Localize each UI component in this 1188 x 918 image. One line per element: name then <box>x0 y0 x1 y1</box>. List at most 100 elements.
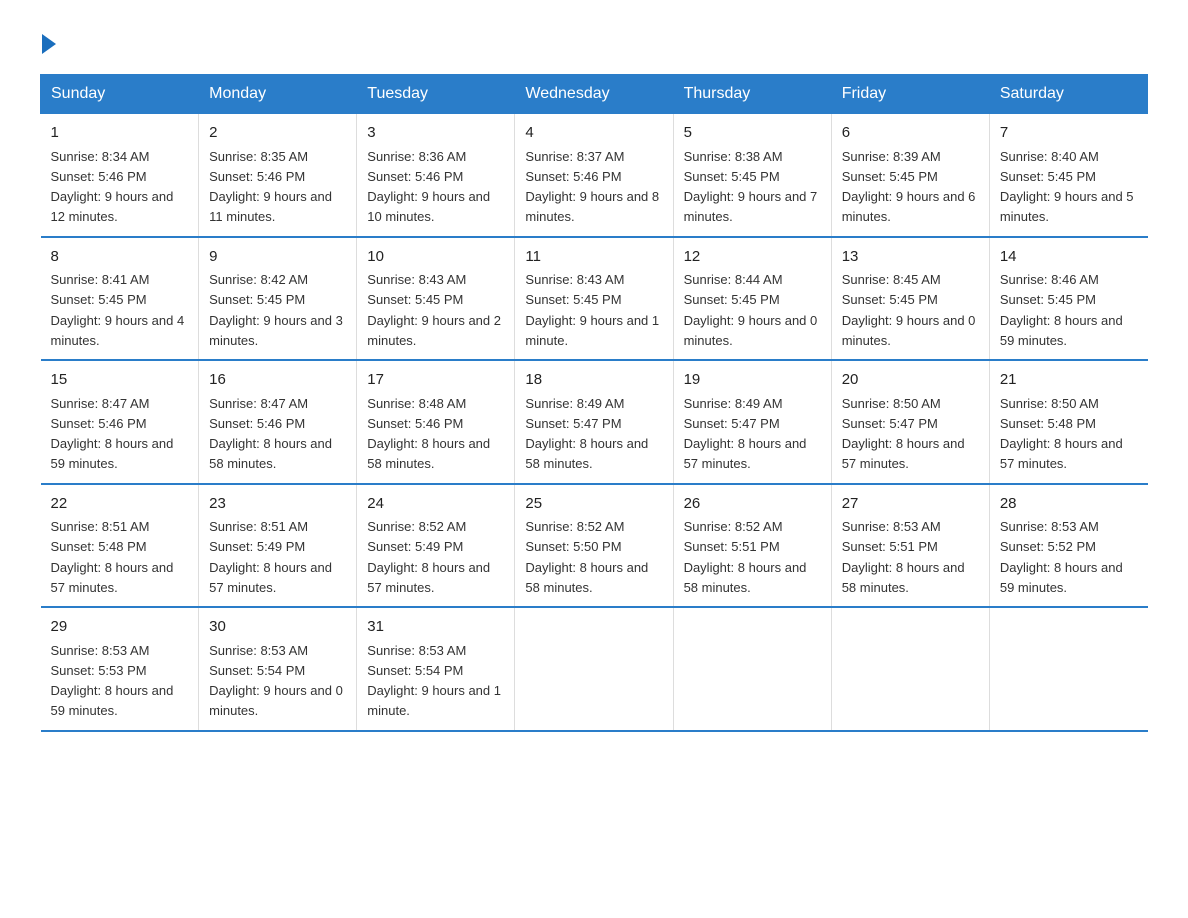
day-number: 14 <box>1000 246 1138 269</box>
calendar-day-3: 3 Sunrise: 8:36 AMSunset: 5:46 PMDayligh… <box>357 114 515 237</box>
day-number: 18 <box>525 369 662 392</box>
day-info: Sunrise: 8:48 AMSunset: 5:46 PMDaylight:… <box>367 396 490 472</box>
header-thursday: Thursday <box>673 75 831 114</box>
calendar-week-row: 29 Sunrise: 8:53 AMSunset: 5:53 PMDaylig… <box>41 607 1148 731</box>
day-number: 16 <box>209 369 346 392</box>
day-number: 13 <box>842 246 979 269</box>
day-info: Sunrise: 8:53 AMSunset: 5:52 PMDaylight:… <box>1000 519 1123 595</box>
day-number: 6 <box>842 122 979 145</box>
day-info: Sunrise: 8:38 AMSunset: 5:45 PMDaylight:… <box>684 149 818 225</box>
day-info: Sunrise: 8:51 AMSunset: 5:49 PMDaylight:… <box>209 519 332 595</box>
calendar-header-row: SundayMondayTuesdayWednesdayThursdayFrid… <box>41 75 1148 114</box>
day-info: Sunrise: 8:35 AMSunset: 5:46 PMDaylight:… <box>209 149 332 225</box>
day-info: Sunrise: 8:49 AMSunset: 5:47 PMDaylight:… <box>684 396 807 472</box>
day-info: Sunrise: 8:47 AMSunset: 5:46 PMDaylight:… <box>51 396 174 472</box>
day-info: Sunrise: 8:34 AMSunset: 5:46 PMDaylight:… <box>51 149 174 225</box>
day-number: 1 <box>51 122 189 145</box>
calendar-day-10: 10 Sunrise: 8:43 AMSunset: 5:45 PMDaylig… <box>357 237 515 361</box>
calendar-empty-cell <box>989 607 1147 731</box>
day-info: Sunrise: 8:49 AMSunset: 5:47 PMDaylight:… <box>525 396 648 472</box>
day-number: 11 <box>525 246 662 269</box>
day-number: 20 <box>842 369 979 392</box>
calendar-day-15: 15 Sunrise: 8:47 AMSunset: 5:46 PMDaylig… <box>41 360 199 484</box>
day-number: 27 <box>842 493 979 516</box>
day-info: Sunrise: 8:44 AMSunset: 5:45 PMDaylight:… <box>684 272 818 348</box>
day-number: 12 <box>684 246 821 269</box>
day-number: 3 <box>367 122 504 145</box>
day-info: Sunrise: 8:37 AMSunset: 5:46 PMDaylight:… <box>525 149 659 225</box>
calendar-day-12: 12 Sunrise: 8:44 AMSunset: 5:45 PMDaylig… <box>673 237 831 361</box>
calendar-day-31: 31 Sunrise: 8:53 AMSunset: 5:54 PMDaylig… <box>357 607 515 731</box>
day-number: 8 <box>51 246 189 269</box>
calendar-day-24: 24 Sunrise: 8:52 AMSunset: 5:49 PMDaylig… <box>357 484 515 608</box>
calendar-day-8: 8 Sunrise: 8:41 AMSunset: 5:45 PMDayligh… <box>41 237 199 361</box>
calendar-week-row: 8 Sunrise: 8:41 AMSunset: 5:45 PMDayligh… <box>41 237 1148 361</box>
logo <box>40 30 56 54</box>
day-info: Sunrise: 8:45 AMSunset: 5:45 PMDaylight:… <box>842 272 976 348</box>
header-saturday: Saturday <box>989 75 1147 114</box>
day-number: 22 <box>51 493 189 516</box>
calendar-day-6: 6 Sunrise: 8:39 AMSunset: 5:45 PMDayligh… <box>831 114 989 237</box>
day-info: Sunrise: 8:52 AMSunset: 5:50 PMDaylight:… <box>525 519 648 595</box>
calendar-day-17: 17 Sunrise: 8:48 AMSunset: 5:46 PMDaylig… <box>357 360 515 484</box>
calendar-day-29: 29 Sunrise: 8:53 AMSunset: 5:53 PMDaylig… <box>41 607 199 731</box>
day-info: Sunrise: 8:52 AMSunset: 5:49 PMDaylight:… <box>367 519 490 595</box>
day-number: 21 <box>1000 369 1138 392</box>
day-info: Sunrise: 8:53 AMSunset: 5:54 PMDaylight:… <box>209 643 343 719</box>
header-wednesday: Wednesday <box>515 75 673 114</box>
calendar-day-2: 2 Sunrise: 8:35 AMSunset: 5:46 PMDayligh… <box>199 114 357 237</box>
day-info: Sunrise: 8:36 AMSunset: 5:46 PMDaylight:… <box>367 149 490 225</box>
calendar-day-30: 30 Sunrise: 8:53 AMSunset: 5:54 PMDaylig… <box>199 607 357 731</box>
header-monday: Monday <box>199 75 357 114</box>
day-number: 15 <box>51 369 189 392</box>
day-info: Sunrise: 8:41 AMSunset: 5:45 PMDaylight:… <box>51 272 185 348</box>
header-sunday: Sunday <box>41 75 199 114</box>
page-header <box>40 30 1148 54</box>
logo-arrow-icon <box>42 34 56 54</box>
day-number: 4 <box>525 122 662 145</box>
calendar-day-5: 5 Sunrise: 8:38 AMSunset: 5:45 PMDayligh… <box>673 114 831 237</box>
day-info: Sunrise: 8:51 AMSunset: 5:48 PMDaylight:… <box>51 519 174 595</box>
calendar-day-28: 28 Sunrise: 8:53 AMSunset: 5:52 PMDaylig… <box>989 484 1147 608</box>
calendar-day-7: 7 Sunrise: 8:40 AMSunset: 5:45 PMDayligh… <box>989 114 1147 237</box>
day-info: Sunrise: 8:50 AMSunset: 5:48 PMDaylight:… <box>1000 396 1123 472</box>
day-number: 2 <box>209 122 346 145</box>
calendar-day-27: 27 Sunrise: 8:53 AMSunset: 5:51 PMDaylig… <box>831 484 989 608</box>
calendar-day-11: 11 Sunrise: 8:43 AMSunset: 5:45 PMDaylig… <box>515 237 673 361</box>
calendar-week-row: 15 Sunrise: 8:47 AMSunset: 5:46 PMDaylig… <box>41 360 1148 484</box>
day-info: Sunrise: 8:39 AMSunset: 5:45 PMDaylight:… <box>842 149 976 225</box>
day-number: 28 <box>1000 493 1138 516</box>
calendar-day-25: 25 Sunrise: 8:52 AMSunset: 5:50 PMDaylig… <box>515 484 673 608</box>
day-number: 17 <box>367 369 504 392</box>
day-number: 19 <box>684 369 821 392</box>
day-info: Sunrise: 8:47 AMSunset: 5:46 PMDaylight:… <box>209 396 332 472</box>
day-number: 23 <box>209 493 346 516</box>
calendar-day-26: 26 Sunrise: 8:52 AMSunset: 5:51 PMDaylig… <box>673 484 831 608</box>
calendar-empty-cell <box>673 607 831 731</box>
day-number: 9 <box>209 246 346 269</box>
day-info: Sunrise: 8:53 AMSunset: 5:54 PMDaylight:… <box>367 643 501 719</box>
day-number: 31 <box>367 616 504 639</box>
day-info: Sunrise: 8:46 AMSunset: 5:45 PMDaylight:… <box>1000 272 1123 348</box>
day-number: 30 <box>209 616 346 639</box>
calendar-day-19: 19 Sunrise: 8:49 AMSunset: 5:47 PMDaylig… <box>673 360 831 484</box>
day-info: Sunrise: 8:53 AMSunset: 5:53 PMDaylight:… <box>51 643 174 719</box>
calendar-week-row: 1 Sunrise: 8:34 AMSunset: 5:46 PMDayligh… <box>41 114 1148 237</box>
calendar-week-row: 22 Sunrise: 8:51 AMSunset: 5:48 PMDaylig… <box>41 484 1148 608</box>
day-info: Sunrise: 8:50 AMSunset: 5:47 PMDaylight:… <box>842 396 965 472</box>
day-number: 24 <box>367 493 504 516</box>
calendar-day-13: 13 Sunrise: 8:45 AMSunset: 5:45 PMDaylig… <box>831 237 989 361</box>
day-info: Sunrise: 8:42 AMSunset: 5:45 PMDaylight:… <box>209 272 343 348</box>
calendar-day-21: 21 Sunrise: 8:50 AMSunset: 5:48 PMDaylig… <box>989 360 1147 484</box>
day-info: Sunrise: 8:53 AMSunset: 5:51 PMDaylight:… <box>842 519 965 595</box>
calendar-day-9: 9 Sunrise: 8:42 AMSunset: 5:45 PMDayligh… <box>199 237 357 361</box>
day-info: Sunrise: 8:43 AMSunset: 5:45 PMDaylight:… <box>367 272 501 348</box>
day-info: Sunrise: 8:43 AMSunset: 5:45 PMDaylight:… <box>525 272 659 348</box>
calendar-day-20: 20 Sunrise: 8:50 AMSunset: 5:47 PMDaylig… <box>831 360 989 484</box>
calendar-day-1: 1 Sunrise: 8:34 AMSunset: 5:46 PMDayligh… <box>41 114 199 237</box>
calendar-empty-cell <box>515 607 673 731</box>
calendar-day-22: 22 Sunrise: 8:51 AMSunset: 5:48 PMDaylig… <box>41 484 199 608</box>
header-friday: Friday <box>831 75 989 114</box>
day-info: Sunrise: 8:52 AMSunset: 5:51 PMDaylight:… <box>684 519 807 595</box>
day-info: Sunrise: 8:40 AMSunset: 5:45 PMDaylight:… <box>1000 149 1134 225</box>
